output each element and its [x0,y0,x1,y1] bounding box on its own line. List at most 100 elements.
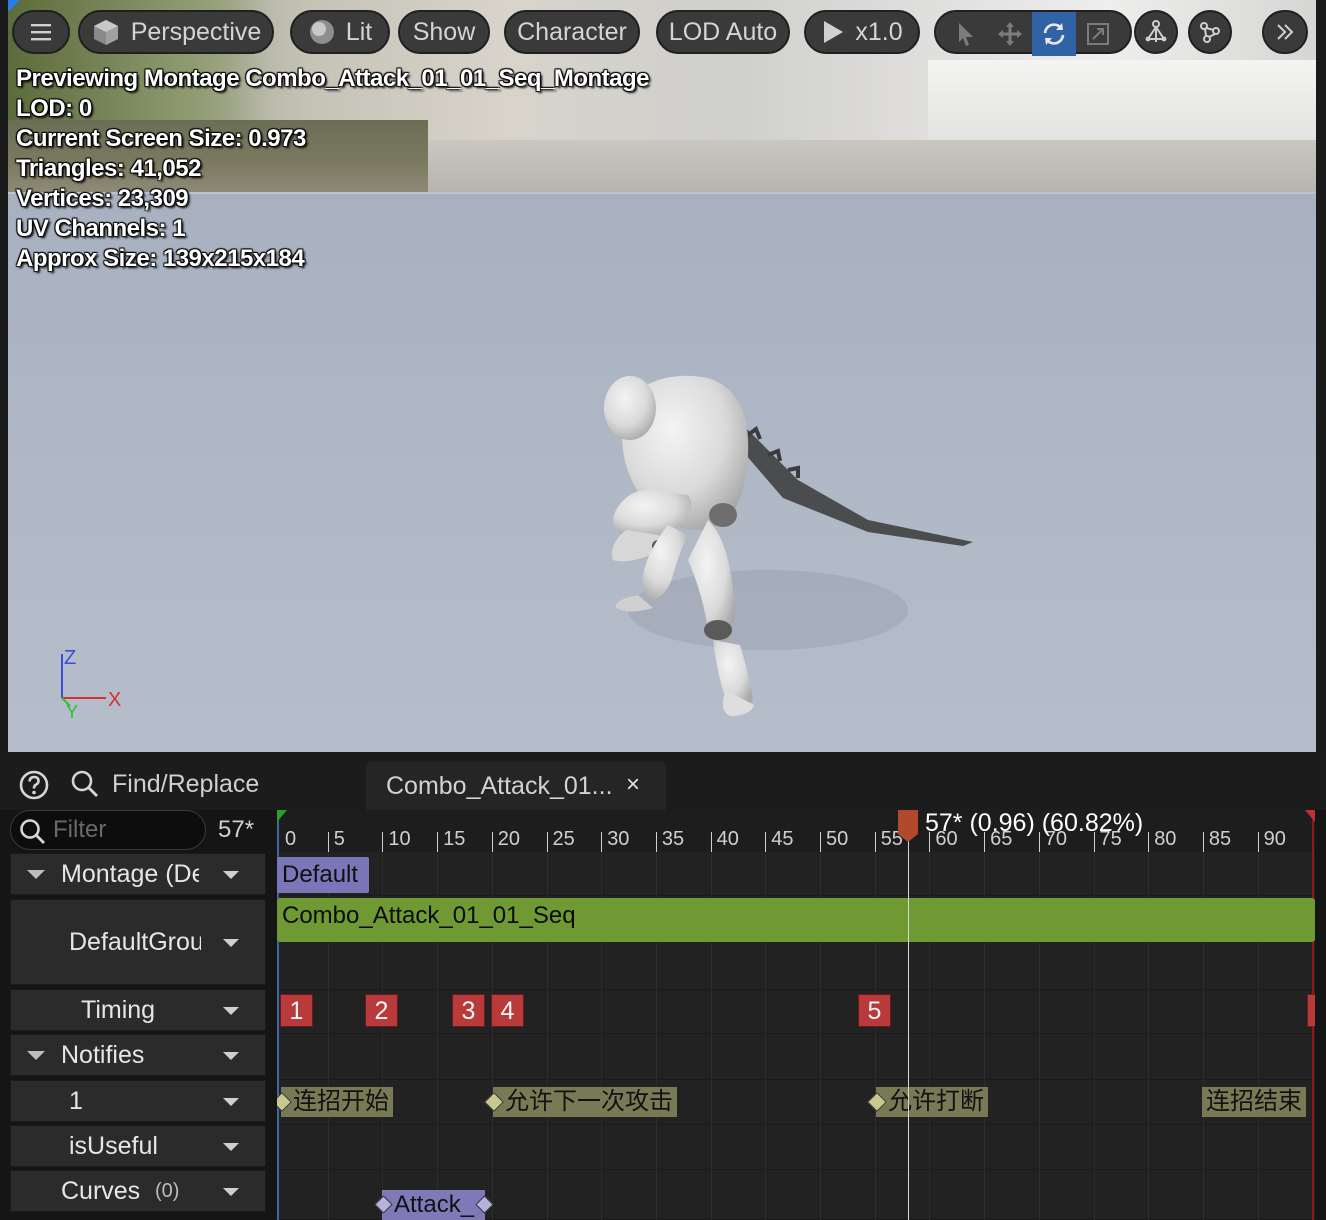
timing-marker[interactable]: 5 [858,994,891,1027]
playhead-handle-icon[interactable] [897,810,919,842]
dropdown-arrow-icon[interactable] [223,939,239,947]
lit-label: Lit [345,17,373,46]
notify-combo-end[interactable]: 连招结束 [1202,1087,1306,1117]
rotate-tool-button[interactable] [1032,12,1076,56]
viewport-stats-overlay: Previewing Montage Combo_Attack_01_01_Se… [16,64,650,274]
more-options-button[interactable] [1262,10,1308,54]
preview-viewport[interactable]: Z X Y Previewing Montage Combo_Attack_01… [8,0,1316,752]
stat-vertices: Vertices: 23,309 [16,185,189,212]
close-icon[interactable]: × [626,771,640,799]
montage-section-default[interactable]: Default [277,857,369,893]
track-group-label: DefaultGrou [69,927,201,956]
lod-button[interactable]: LOD Auto [656,10,790,54]
ruler-tick [546,832,548,852]
lit-button[interactable]: Lit [290,10,390,54]
viewport-menu-button[interactable] [12,10,70,54]
expand-arrow-icon[interactable] [27,1051,45,1060]
anim-segment[interactable]: Combo_Attack_01_01_Seq [277,898,1315,942]
track-notify-2-label: isUseful [69,1131,158,1160]
timing-marker[interactable]: 4 [491,994,524,1027]
cube-icon [93,20,118,45]
dropdown-arrow-icon[interactable] [223,871,239,879]
physics-icon [1200,22,1220,43]
playhead-readout: 57* (0.96) (60.82%) [925,810,1144,837]
ruler-tick-label: 20 [497,828,521,850]
track-montage-label: Montage (De [61,859,199,888]
track-list: Filter 57* Montage (De DefaultGrou Timin… [8,810,268,1220]
tab-label: Combo_Attack_01... [386,771,613,800]
select-tool-button[interactable] [944,12,988,56]
show-button[interactable]: Show [398,10,490,54]
notify-state-attack[interactable]: Attack_ [374,1190,494,1220]
track-curves-label: Curves [61,1176,141,1205]
stat-preview-line: Previewing Montage Combo_Attack_01_01_Se… [16,65,650,92]
track-notifies[interactable]: Notifies [10,1034,266,1076]
ruler-tick-label: 0 [285,828,297,850]
notify-label: 连招开始 [293,1088,389,1115]
ruler-tick-label: 30 [607,828,630,850]
notify-allow-interrupt[interactable]: 允许打断 [867,1087,988,1117]
axis-x-label: X [108,689,121,711]
ruler-tick [1148,832,1150,852]
select-icon [959,23,973,46]
help-icon[interactable] [18,769,50,801]
track-default-group[interactable]: DefaultGrou [10,899,266,985]
timing-marker[interactable]: 2 [365,994,398,1027]
perspective-label: Perspective [130,17,262,46]
timing-marker[interactable]: 6 [1307,994,1315,1027]
timeline-ruler[interactable]: 0 5 10 15 20 25 30 35 40 45 50 55 60 65 70 75 80 85 90 [277,810,1315,852]
physics-view-button[interactable] [1188,10,1232,54]
notify-allow-next-attack[interactable]: 允许下一次攻击 [484,1087,677,1117]
stat-lod: LOD: 0 [16,95,92,122]
dropdown-arrow-icon[interactable] [223,1188,239,1196]
track-notify-isuseful[interactable]: isUseful [10,1125,266,1167]
notify-label: 允许下一次攻击 [505,1088,673,1115]
track-montage[interactable]: Montage (De [10,853,266,895]
timing-marker[interactable]: 3 [452,994,485,1027]
dropdown-arrow-icon[interactable] [223,1143,239,1151]
panel-header: Find/Replace Combo_Attack_01... × [0,752,1326,810]
ruler-tick-label: 25 [552,828,575,850]
dropdown-arrow-icon[interactable] [223,1007,239,1015]
scale-tool-button[interactable] [1076,12,1120,56]
character-button[interactable]: Character [504,10,640,54]
rotate-icon [1043,23,1065,45]
track-curves[interactable]: Curves (0) [10,1170,266,1212]
timeline-area[interactable]: 0 5 10 15 20 25 30 35 40 45 50 55 60 65 70 75 80 85 90 Def… [277,810,1315,1220]
track-notify-1[interactable]: 1 [10,1080,266,1122]
diamond-icon [277,1092,292,1112]
find-replace-label: Find/Replace [112,769,260,798]
ruler-tick [874,832,876,852]
play-icon [824,21,844,43]
notify-state-label: Attack_ [394,1191,475,1218]
perspective-button[interactable]: Perspective [78,10,274,54]
lane-notifies [277,1034,1315,1080]
axis-y-label: Y [66,702,78,720]
expand-arrow-icon[interactable] [27,870,45,879]
ruler-tick [491,832,493,852]
ruler-tick-label: 5 [333,828,345,850]
montage-editor-panel: Find/Replace Combo_Attack_01... × Filter… [0,752,1326,1220]
current-frame-field[interactable]: 57* [218,816,254,844]
chevron-right-double-icon [1277,24,1294,40]
search-icon [71,770,98,797]
ruler-tick [327,832,329,852]
notify-combo-start[interactable]: 连招开始 [277,1087,393,1117]
ruler-tick [601,832,603,852]
speed-label: x1.0 [855,17,903,46]
dropdown-arrow-icon[interactable] [223,1052,239,1060]
filter-input[interactable]: Filter [10,810,206,850]
playback-speed-button[interactable]: x1.0 [804,10,920,54]
track-timing[interactable]: Timing [10,989,266,1031]
timing-marker[interactable]: 1 [280,994,313,1027]
ruler-tick-label: 50 [826,828,849,850]
hamburger-icon [31,24,51,41]
montage-asset-tab[interactable]: Combo_Attack_01... × [366,762,666,810]
lane-notify-1 [277,1080,1315,1125]
find-replace-button[interactable]: Find/Replace [70,766,259,802]
bone-view-button[interactable] [1134,10,1178,54]
dropdown-arrow-icon[interactable] [223,1098,239,1106]
translate-tool-button[interactable] [988,12,1032,56]
ruler-tick-label: 35 [661,828,685,850]
character-label: Character [517,17,627,46]
